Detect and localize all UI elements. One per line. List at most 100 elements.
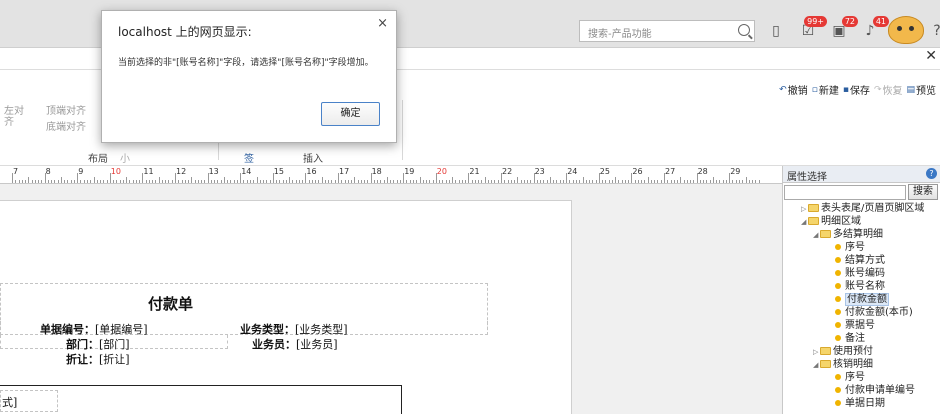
detail-cell-text[interactable]: 式] <box>2 394 17 410</box>
dialog-close-icon[interactable]: × <box>377 16 388 31</box>
ruler-tick <box>305 173 307 183</box>
ruler-tick <box>585 180 587 183</box>
tree-folder[interactable]: ▷ 使用预付 <box>813 345 873 358</box>
tree-leaf[interactable]: 账号名称 <box>835 280 885 293</box>
detail-table-frame[interactable]: 式] <box>0 385 402 414</box>
ruler-tick <box>152 180 154 183</box>
restore-icon: ↷ <box>873 84 882 95</box>
ruler-tick <box>439 180 441 183</box>
ruler-tick <box>93 177 95 183</box>
new-button[interactable]: ▫ 新建 <box>811 82 839 98</box>
search-icon[interactable] <box>738 24 750 36</box>
tree-leaf[interactable]: 付款金额(本币) <box>835 306 913 319</box>
tree-label: 备注 <box>845 333 865 344</box>
tree-leaf[interactable]: 序号 <box>835 371 865 384</box>
align-top-button[interactable]: 顶端对齐 <box>46 106 90 117</box>
restore-button[interactable]: ↷ 恢复 <box>873 82 903 98</box>
new-icon: ▫ <box>811 84 818 95</box>
ruler-tick <box>745 177 747 183</box>
ruler-tick <box>103 180 105 183</box>
ruler-tick <box>249 180 251 183</box>
search-input[interactable]: 搜索-产品功能 <box>579 20 755 42</box>
ruler-number: 25 <box>599 167 610 176</box>
save-button[interactable]: ▪ 保存 <box>843 82 870 98</box>
help-icon[interactable]: ? <box>926 168 937 179</box>
tree-label: 账号编码 <box>845 268 885 279</box>
close-icon[interactable]: ✕ <box>925 48 937 64</box>
ruler-tick <box>282 180 284 183</box>
ruler-tick <box>709 180 711 183</box>
ruler-tick <box>507 180 509 183</box>
ruler-tick <box>57 180 59 183</box>
bell-icon[interactable]: ♪ 41 <box>861 16 889 40</box>
ruler-tick <box>667 180 669 183</box>
tasks-icon[interactable]: ☑ 99+ <box>799 16 827 40</box>
ruler-number: 16 <box>306 167 317 176</box>
expand-arrow-icon[interactable]: ◢ <box>813 229 820 242</box>
tree-folder[interactable]: ◢ 核销明细 <box>813 358 873 371</box>
field-business-type[interactable]: 业务类型：[业务类型] <box>240 321 348 337</box>
field-discount[interactable]: 折让：[折让] <box>66 351 130 367</box>
tree-leaf[interactable]: 账号编码 <box>835 267 885 280</box>
sign-button[interactable]: 签 <box>244 150 254 165</box>
ruler-tick <box>589 180 591 183</box>
tree-label: 序号 <box>845 242 865 253</box>
field-dot-icon <box>835 283 841 289</box>
field-department[interactable]: 部门：[部门] <box>66 336 130 352</box>
tree-leaf[interactable]: 序号 <box>835 241 865 254</box>
ruler-tick <box>553 180 555 183</box>
dialog-ok-button[interactable]: 确定 <box>321 102 380 126</box>
expand-arrow-icon[interactable]: ◢ <box>801 216 808 229</box>
ruler-tick <box>696 173 698 183</box>
ruler-tick <box>452 177 454 183</box>
ruler-tick <box>615 177 617 183</box>
ruler-tick <box>158 177 160 183</box>
preview-button[interactable]: ▤ 预览 <box>906 82 936 98</box>
ruler-tick <box>657 180 659 183</box>
ruler-tick <box>122 180 124 183</box>
ruler-tick <box>302 180 304 183</box>
ruler-tick <box>318 180 320 183</box>
ruler-number: 10 <box>110 167 121 176</box>
undo-icon: ↶ <box>779 84 787 95</box>
ruler-tick <box>755 180 757 183</box>
ruler-tick <box>390 180 392 183</box>
align-bottom-button[interactable]: 底端对齐 <box>46 122 90 133</box>
property-search-input[interactable] <box>784 185 906 200</box>
align-left-button[interactable]: 左对齐 <box>4 106 24 128</box>
property-search-button[interactable]: 搜索 <box>908 184 938 200</box>
ruler-tick <box>426 180 428 183</box>
ruler-tick <box>664 173 665 183</box>
ruler-tick <box>738 180 740 183</box>
message-icon[interactable]: ▣ 72 <box>830 16 858 40</box>
ruler-tick <box>719 180 721 183</box>
ruler-tick <box>641 180 643 183</box>
ruler-tick <box>725 180 727 183</box>
tree-folder[interactable]: ▷ 表头表尾/页眉页脚区域 <box>801 202 924 215</box>
tree-leaf[interactable]: 付款金额 <box>835 293 889 306</box>
tree-leaf[interactable]: 单据日期 <box>835 397 885 410</box>
field-bill-number[interactable]: 单据编号：[单据编号] <box>40 321 148 337</box>
tree-label: 明细区域 <box>821 216 861 227</box>
field-salesperson[interactable]: 业务员：[业务员] <box>252 336 338 352</box>
tree-label: 付款金额 <box>845 293 889 306</box>
ruler-tick <box>386 177 388 183</box>
undo-button[interactable]: ↶ 撤销 <box>779 82 808 98</box>
bell-badge: 41 <box>872 16 889 27</box>
ruler-tick <box>412 180 414 183</box>
alert-dialog: localhost 上的网页显示: × 当前选择的非"[账号名称]"字段，请选择… <box>101 10 397 143</box>
tree-leaf[interactable]: 备注 <box>835 332 865 345</box>
ruler-tick <box>60 177 62 183</box>
document-icon[interactable]: ▯ <box>767 22 785 40</box>
tree-leaf[interactable]: 票据号 <box>835 319 875 332</box>
mascot-avatar[interactable] <box>888 16 924 44</box>
ruler-tick <box>481 180 483 183</box>
ruler-tick <box>308 180 310 183</box>
tree-leaf[interactable]: 结算方式 <box>835 254 885 267</box>
expand-arrow-icon[interactable]: ◢ <box>813 359 820 372</box>
document-title[interactable]: 付款单 <box>148 293 193 314</box>
tree-folder[interactable]: ◢ 明细区域 <box>801 215 861 228</box>
tree-folder[interactable]: ◢ 多结算明细 <box>813 228 883 241</box>
tree-leaf[interactable]: 付款申请单编号 <box>835 384 915 397</box>
help-icon[interactable]: ? <box>928 22 940 40</box>
